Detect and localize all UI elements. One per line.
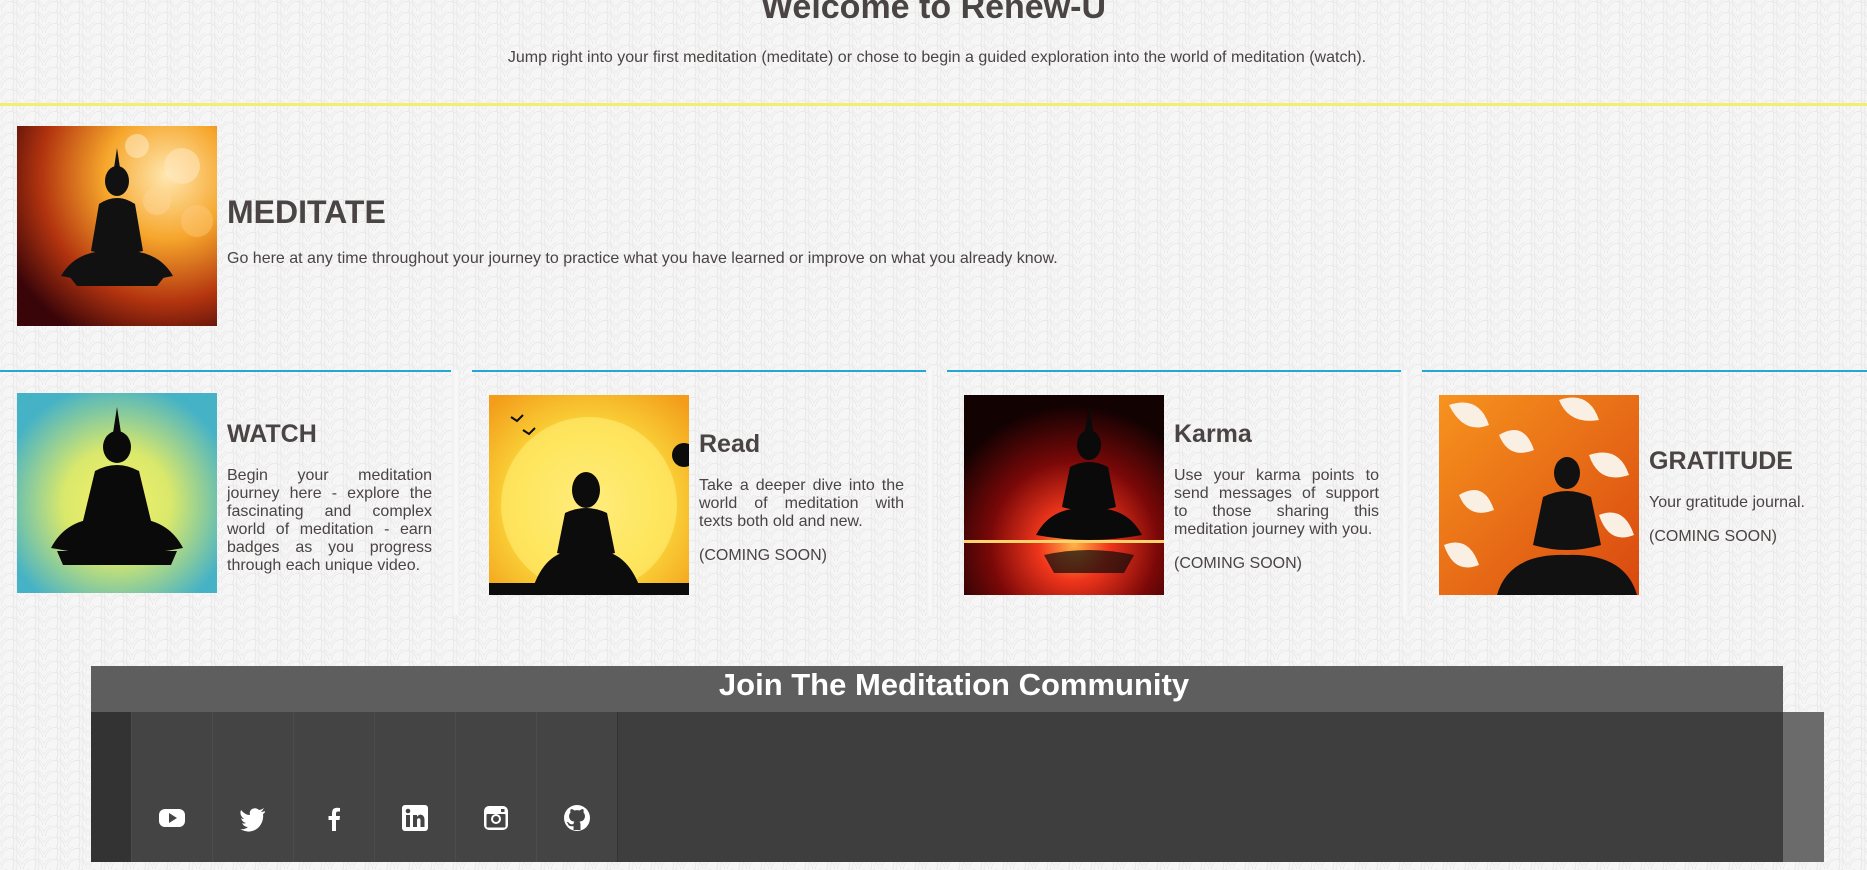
- instagram-link[interactable]: [455, 712, 537, 862]
- gratitude-heading[interactable]: GRATITUDE: [1649, 447, 1793, 476]
- card-separator: [1401, 370, 1409, 615]
- gratitude-image[interactable]: [1439, 395, 1639, 595]
- page-subtitle: Jump right into your first meditation (m…: [507, 49, 1367, 66]
- read-card: Read Take a deeper dive into the world o…: [472, 370, 926, 617]
- meditate-description: Go here at any time throughout your jour…: [227, 250, 1058, 267]
- linkedin-link[interactable]: [374, 712, 456, 862]
- instagram-icon: [484, 806, 508, 830]
- meditate-heading[interactable]: MEDITATE: [227, 194, 386, 231]
- github-icon: [564, 805, 590, 831]
- karma-card: Karma Use your karma points to send mess…: [947, 370, 1401, 617]
- page-title: Welcome to Renew-U: [760, 0, 1107, 26]
- youtube-link[interactable]: [131, 712, 213, 862]
- welcome-header: Welcome to Renew-U Jump right into your …: [0, 0, 1867, 104]
- karma-status: (COMING SOON): [1174, 555, 1302, 572]
- gratitude-status: (COMING SOON): [1649, 528, 1777, 545]
- gratitude-description: Your gratitude journal.: [1649, 494, 1805, 511]
- facebook-icon: [328, 807, 340, 831]
- facebook-link[interactable]: [293, 712, 375, 862]
- read-status: (COMING SOON): [699, 547, 827, 564]
- read-image[interactable]: [489, 395, 689, 595]
- watch-heading[interactable]: WATCH: [227, 420, 317, 449]
- watch-card: WATCH Begin your meditation journey here…: [0, 370, 451, 617]
- header-divider: [0, 103, 1867, 106]
- twitter-icon: [240, 808, 265, 832]
- footer-header: Join The Meditation Community: [91, 666, 1783, 713]
- twitter-link[interactable]: [212, 712, 294, 862]
- card-separator: [452, 370, 460, 615]
- meditate-section: MEDITATE Go here at any time throughout …: [17, 126, 1857, 326]
- meditate-image[interactable]: [17, 126, 217, 326]
- footer-right-strip: [1783, 712, 1824, 862]
- card-separator: [926, 370, 934, 615]
- github-link[interactable]: [536, 712, 618, 862]
- footer-heading: Join The Meditation Community: [718, 667, 1190, 702]
- read-description: Take a deeper dive into the world of med…: [699, 477, 904, 530]
- gratitude-card: GRATITUDE Your gratitude journal. (COMIN…: [1422, 370, 1867, 617]
- watch-image[interactable]: [17, 393, 217, 593]
- linkedin-icon: [402, 805, 428, 831]
- watch-description: Begin your meditation journey here - exp…: [227, 467, 432, 574]
- youtube-icon: [159, 809, 185, 827]
- footer-left-strip: [91, 712, 131, 862]
- read-heading[interactable]: Read: [699, 430, 760, 459]
- karma-image[interactable]: [964, 395, 1164, 595]
- karma-heading[interactable]: Karma: [1174, 420, 1252, 449]
- karma-description: Use your karma points to send messages o…: [1174, 467, 1379, 538]
